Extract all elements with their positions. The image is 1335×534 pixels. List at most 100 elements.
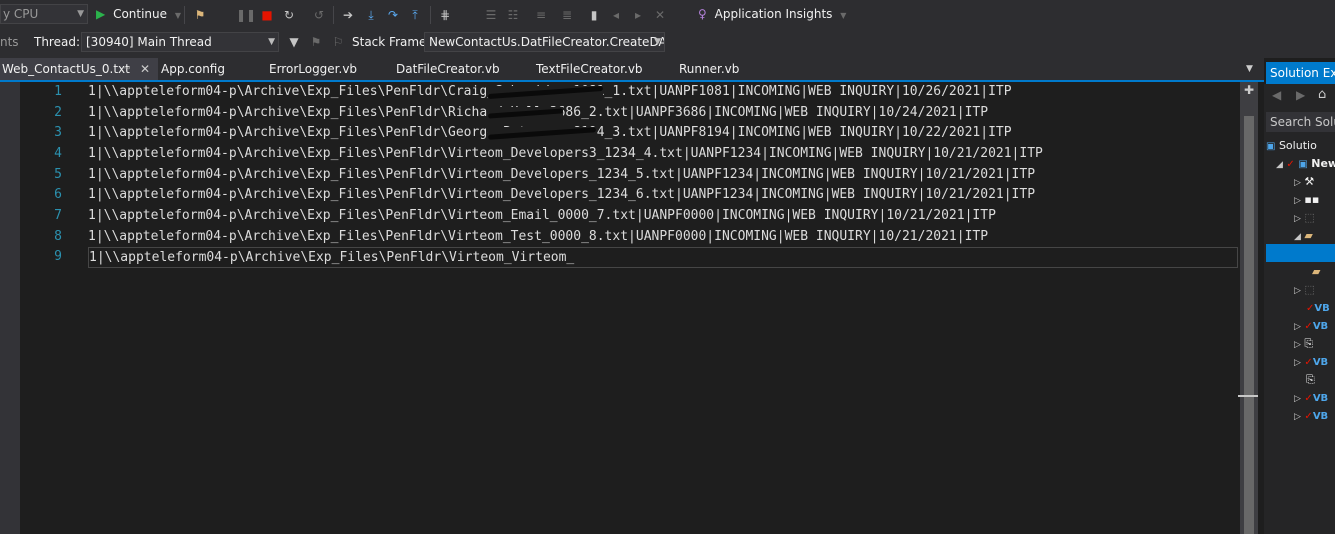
tree-item-vb-file[interactable]: ▷ ✓VB	[1294, 389, 1335, 407]
tab-app-config[interactable]: App.config	[161, 58, 225, 80]
clear-bookmarks-icon[interactable]: ✕	[652, 7, 668, 23]
tab-overflow-chevron-icon[interactable]: ▼	[1246, 58, 1253, 80]
checkmark-icon: ✓	[1286, 159, 1295, 170]
selected-tree-row[interactable]	[1266, 244, 1335, 262]
tree-item-folder[interactable]: ◢ ▰	[1294, 227, 1335, 245]
scrollbar-thumb[interactable]	[1244, 116, 1254, 534]
show-flagged-icon[interactable]: ⚐	[330, 34, 346, 50]
project-node[interactable]: ◢ ✓ ▣ New	[1276, 155, 1335, 173]
collapsed-icon: ▷	[1294, 178, 1301, 188]
split-window-icon[interactable]: ✚	[1240, 82, 1258, 98]
stack-frame-dropdown[interactable]: NewContactUs.DatFileCreator.CreateDATF ▼	[424, 32, 665, 52]
checkmark-icon: ✓	[1304, 411, 1313, 422]
hot-reload-icon[interactable]: ↺	[311, 7, 327, 23]
thread-label: Thread:	[34, 35, 81, 49]
current-code-line[interactable]: 1|\\appteleform04-p\Archive\Exp_Files\Pe…	[88, 247, 1238, 268]
line-number-margin: 1 2 3 4 5 6 7 8 9	[20, 82, 78, 534]
tree-item-references[interactable]: ▷ ⬚	[1294, 209, 1335, 227]
thread-value: [30940] Main Thread	[86, 35, 212, 49]
step-into-icon[interactable]: ⤓	[363, 7, 379, 23]
tree-item-vb-file[interactable]: ▷ ✓VB	[1294, 317, 1335, 335]
collapsed-icon: ▷	[1294, 412, 1301, 422]
show-next-statement-icon[interactable]: ➔	[340, 7, 356, 23]
pause-icon[interactable]: ❚❚	[236, 7, 256, 23]
code-line-text: 1|\\appteleform04-p\Archive\Exp_Files\Pe…	[89, 250, 575, 265]
line-number: 9	[54, 249, 62, 264]
platform-value: y CPU	[3, 7, 39, 21]
application-insights-label: Application Insights	[714, 7, 833, 21]
code-line[interactable]: 1|\\appteleform04-p\Archive\Exp_Files\Pe…	[88, 144, 1043, 165]
chevron-down-icon: ▼	[268, 37, 275, 47]
tree-item-vb-file[interactable]: ✓VB	[1306, 299, 1335, 317]
tree-item-text-file[interactable]: ⎘	[1306, 371, 1335, 389]
indicator-margin	[0, 82, 20, 534]
line-number: 4	[54, 146, 62, 161]
collapsed-icon: ▷	[1294, 196, 1301, 206]
solution-search-input[interactable]: Search Solutio	[1266, 112, 1335, 132]
tree-item-connected-services[interactable]: ▷ ⚒	[1294, 173, 1335, 191]
hex-display-icon[interactable]: ⋕	[437, 7, 453, 23]
vb-file-icon: VB	[1312, 411, 1329, 422]
tree-item-config[interactable]: ▷ ⎘	[1294, 335, 1335, 353]
tab-errorlogger[interactable]: ErrorLogger.vb	[269, 58, 357, 80]
bookmark-icon[interactable]: ▮	[586, 7, 602, 23]
continue-button[interactable]: ▶ Continue ▼	[96, 7, 181, 21]
flag-thread-icon[interactable]: ⚑	[308, 34, 324, 50]
back-icon[interactable]: ◀	[1272, 88, 1281, 102]
tab-textfilecreator[interactable]: TextFileCreator.vb	[536, 58, 643, 80]
tree-item-vb-file[interactable]: ▷ ✓VB	[1294, 407, 1335, 425]
previous-bookmark-icon[interactable]: ◂	[608, 7, 624, 23]
comment-icon[interactable]: ☰	[483, 7, 499, 23]
step-over-icon[interactable]: ↷	[385, 7, 401, 23]
indent-icon[interactable]: ≣	[559, 7, 575, 23]
code-line[interactable]: 1|\\appteleform04-p\Archive\Exp_Files\Pe…	[88, 185, 1035, 206]
toolbar-separator	[430, 6, 431, 24]
tree-item-properties[interactable]: ▷ ▪▪	[1294, 191, 1335, 209]
play-icon: ▶	[96, 7, 106, 21]
tab-label: Runner.vb	[679, 62, 740, 76]
tree-item-hidden[interactable]: ▷ ⬚	[1294, 281, 1335, 299]
platform-dropdown[interactable]: y CPU ▼	[0, 4, 88, 24]
thread-dropdown[interactable]: [30940] Main Thread ▼	[81, 32, 279, 52]
tab-runner[interactable]: Runner.vb	[679, 58, 739, 80]
config-file-icon: ⎘	[1304, 337, 1314, 350]
line-number: 6	[54, 187, 62, 202]
outdent-icon[interactable]: ≡	[533, 7, 549, 23]
references-icon: ⬚	[1304, 211, 1315, 224]
process-icon[interactable]: ⚑	[192, 7, 208, 23]
code-line[interactable]: 1|\\appteleform04-p\Archive\Exp_Files\Pe…	[88, 206, 996, 227]
expanded-icon: ◢	[1294, 232, 1301, 242]
toolbar-fragment: nts	[0, 35, 19, 49]
home-icon[interactable]: ⌂	[1318, 87, 1326, 102]
code-line[interactable]: 1|\\appteleform04-p\Archive\Exp_Files\Pe…	[88, 227, 988, 248]
restart-icon[interactable]: ↻	[281, 7, 297, 23]
next-bookmark-icon[interactable]: ▸	[630, 7, 646, 23]
tab-datfilecreator[interactable]: DatFileCreator.vb	[396, 58, 500, 80]
tab-web-contactus[interactable]: Web_ContactUs_0.txt ⊸ ✕	[0, 58, 158, 80]
text-editor[interactable]: 1|\\appteleform04-p\Archive\Exp_Files\Pe…	[88, 82, 1238, 534]
vb-file-icon: VB	[1312, 321, 1329, 332]
uncomment-icon[interactable]: ☷	[505, 7, 521, 23]
document-tab-bar: Web_ContactUs_0.txt ⊸ ✕ App.config Error…	[0, 58, 1264, 82]
vb-file-icon: VB	[1312, 357, 1329, 368]
vb-file-icon: VB	[1314, 303, 1330, 314]
solution-node[interactable]: ▣ Solutio	[1266, 137, 1335, 155]
filter-icon[interactable]: ▼	[286, 34, 302, 50]
solution-explorer-title[interactable]: Solution Exp	[1266, 62, 1335, 84]
code-line[interactable]: 1|\\appteleform04-p\Archive\Exp_Files\Pe…	[88, 165, 1035, 186]
forward-icon[interactable]: ▶	[1296, 88, 1305, 102]
vertical-scrollbar[interactable]	[1240, 82, 1258, 534]
application-insights-button[interactable]: ♀ Application Insights ▼	[698, 7, 846, 21]
collapsed-icon: ▷	[1294, 214, 1301, 224]
close-icon[interactable]: ✕	[140, 58, 150, 80]
chevron-down-icon: ▼	[654, 37, 661, 47]
tree-item-vb-file[interactable]: ▷ ✓VB	[1294, 353, 1335, 371]
scrollbar-caret-marker	[1238, 395, 1258, 397]
dashed-box-icon: ⬚	[1304, 283, 1315, 296]
pin-icon[interactable]: ⊸	[122, 58, 130, 80]
folder-icon: ▰	[1312, 265, 1321, 278]
tree-item-subfolder[interactable]: ▰	[1312, 263, 1335, 281]
step-out-icon[interactable]: ⤒	[407, 7, 423, 23]
toolbar-separator	[333, 6, 334, 24]
stop-icon[interactable]: ■	[259, 7, 275, 23]
